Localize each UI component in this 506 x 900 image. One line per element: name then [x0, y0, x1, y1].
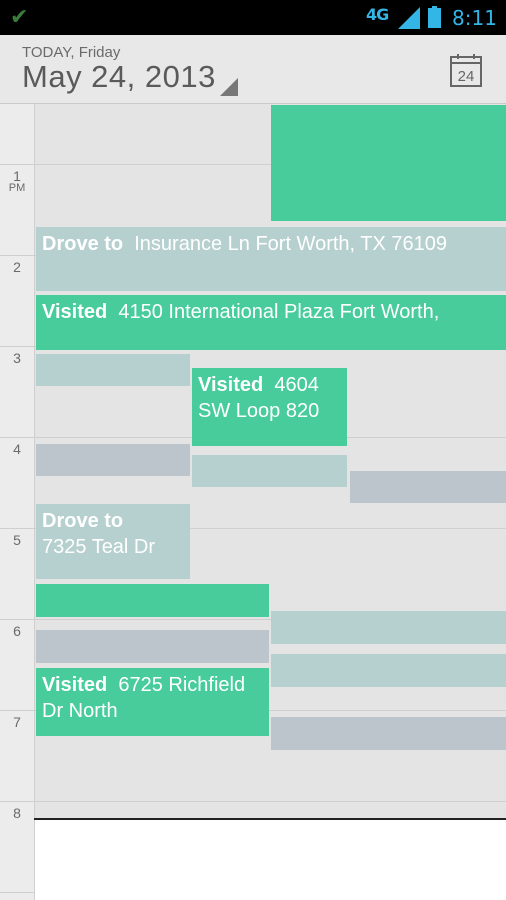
- event-block[interactable]: [36, 444, 190, 476]
- event-block[interactable]: [36, 584, 269, 617]
- battery-icon: [428, 6, 441, 28]
- event-block[interactable]: [271, 611, 506, 644]
- network-type-indicator: 4G: [366, 5, 389, 24]
- event-drove-teal[interactable]: Drove to 7325 Teal Dr: [36, 504, 190, 579]
- future-time-area[interactable]: [35, 820, 506, 900]
- date-title[interactable]: May 24, 2013: [22, 59, 216, 95]
- check-notification-icon: ✔: [10, 4, 29, 29]
- event-block[interactable]: [271, 717, 506, 750]
- hour-label-2: 2: [13, 259, 21, 275]
- signal-icon: [398, 7, 420, 29]
- svg-text:24: 24: [458, 68, 475, 85]
- dropdown-indicator-icon[interactable]: [220, 78, 238, 96]
- clock: 8:11: [452, 6, 497, 30]
- hour-label-4: 4: [13, 441, 21, 457]
- hour-label-1pm: 1 PM: [8, 168, 26, 194]
- hour-label-8: 8: [13, 805, 21, 821]
- event-visited-richfield[interactable]: Visited 6725 Richfield Dr North: [36, 668, 269, 736]
- event-drove-insurance[interactable]: Drove to Insurance Ln Fort Worth, TX 761…: [36, 227, 506, 291]
- event-block[interactable]: [271, 654, 506, 687]
- event-visited-international[interactable]: Visited 4150 International Plaza Fort Wo…: [36, 295, 506, 350]
- status-bar: ✔ 4G 8:11: [0, 0, 506, 35]
- day-grid[interactable]: 1 PM 2 3 4 5 6 7 8 Drove to Insurance Ln …: [0, 104, 506, 900]
- event-block[interactable]: [36, 354, 190, 386]
- event-block[interactable]: [350, 471, 506, 503]
- hour-line: [0, 801, 506, 802]
- event-visited-sw-loop[interactable]: Visited 4604 SW Loop 820: [192, 368, 347, 446]
- hour-label-6: 6: [13, 623, 21, 639]
- hour-label-7: 7: [13, 714, 21, 730]
- hour-label-5: 5: [13, 532, 21, 548]
- time-gutter: [0, 104, 35, 900]
- date-header[interactable]: TODAY, Friday May 24, 2013 24: [0, 35, 506, 104]
- event-block[interactable]: [36, 630, 269, 663]
- event-block[interactable]: [192, 455, 347, 487]
- event-block[interactable]: [271, 105, 506, 221]
- hour-label-3: 3: [13, 350, 21, 366]
- go-to-today-calendar-icon[interactable]: 24: [450, 53, 482, 87]
